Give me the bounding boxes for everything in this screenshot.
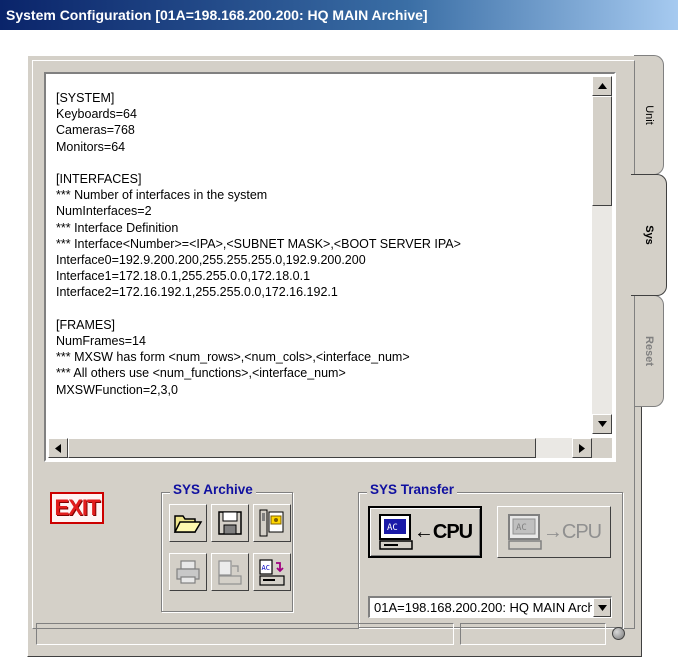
tab-unit[interactable]: Unit	[634, 55, 664, 175]
config-line	[56, 301, 586, 317]
arrow-up-icon	[597, 83, 607, 89]
svg-text:AC: AC	[262, 564, 270, 572]
config-line: NumInterfaces=2	[56, 204, 152, 219]
scroll-up-button[interactable]	[592, 76, 612, 96]
horizontal-scroll-thumb[interactable]	[68, 438, 536, 458]
config-line: Keyboards=64	[56, 107, 137, 122]
unit-select-dropdown[interactable]: 01A=198.168.200.200: HQ MAIN Archive	[368, 596, 612, 618]
config-text[interactable]: [SYSTEM] Keyboards=64 Cameras=768 Monitors=…	[56, 90, 586, 430]
config-line: *** All others use <num_functions>,<inte…	[56, 366, 346, 381]
scroll-corner	[592, 438, 612, 458]
import-archive-button[interactable]: AC	[253, 553, 291, 591]
horizontal-scrollbar[interactable]	[48, 438, 592, 458]
import-from-ac-icon: AC	[259, 559, 285, 586]
print-button[interactable]	[169, 553, 207, 591]
ac-monitor-icon: AC	[378, 514, 413, 550]
sys-transfer-title: SYS Transfer	[367, 482, 458, 497]
config-line: MXSWFunction=2,3,0	[56, 382, 178, 397]
config-line	[56, 155, 586, 171]
send-to-cpu-button[interactable]: AC →CPU	[497, 506, 611, 558]
arrow-right-icon	[579, 443, 585, 453]
config-line: *** MXSW has form <num_rows>,<num_cols>,…	[56, 350, 410, 365]
vertical-scrollbar[interactable]	[592, 76, 612, 434]
dropdown-arrow-button[interactable]	[593, 598, 611, 617]
vertical-scroll-thumb[interactable]	[592, 96, 612, 206]
svg-text:AC: AC	[387, 523, 398, 533]
status-led-icon	[612, 627, 625, 640]
print-icon	[176, 560, 200, 584]
config-line: [FRAMES]	[56, 317, 116, 332]
config-line: [SYSTEM]	[56, 91, 115, 105]
send-to-cpu-label: →CPU	[542, 520, 602, 543]
config-text-editor[interactable]: [SYSTEM] Keyboards=64 Cameras=768 Monitors=…	[44, 72, 616, 462]
config-line: Interface0=192.9.200.200,255.255.255.0,1…	[56, 253, 366, 268]
save-archive-button[interactable]	[211, 504, 249, 542]
status-bar-main	[36, 623, 454, 645]
export-icon	[218, 560, 242, 585]
status-bar-side	[460, 623, 606, 645]
config-line: Interface2=172.16.192.1,255.255.0.0,172.…	[56, 285, 338, 300]
properties-icon	[259, 509, 284, 537]
tab-unit-label: Unit	[642, 105, 655, 125]
arrow-down-icon	[597, 421, 607, 427]
receive-from-cpu-label: ←CPU	[413, 520, 473, 543]
system-configuration-window: System Configuration [01A=198.168.200.20…	[0, 0, 678, 671]
tab-reset-label: Reset	[642, 336, 655, 366]
tab-sys[interactable]: Sys	[631, 174, 667, 296]
window-title: System Configuration [01A=198.168.200.20…	[0, 0, 678, 30]
svg-text:AC: AC	[516, 523, 527, 533]
config-line: Cameras=768	[56, 123, 135, 138]
arrow-left-icon	[55, 443, 61, 453]
config-line: Monitors=64	[56, 139, 126, 154]
config-line: *** Number of interfaces in the system	[56, 188, 268, 203]
scroll-down-button[interactable]	[592, 414, 612, 434]
receive-from-cpu-button[interactable]: AC ←CPU	[368, 506, 482, 558]
config-line: NumFrames=14	[56, 334, 146, 349]
save-disk-icon	[218, 511, 242, 535]
archive-properties-button[interactable]	[253, 504, 291, 542]
chevron-down-icon	[597, 604, 607, 611]
export-button[interactable]	[211, 553, 249, 591]
open-folder-icon	[173, 515, 203, 533]
sys-archive-title: SYS Archive	[170, 482, 256, 497]
exit-label: EXIT	[49, 492, 105, 524]
config-line: Interface1=172.18.0.1,255.255.0.0,172.18…	[56, 269, 311, 284]
open-archive-button[interactable]	[169, 504, 207, 542]
tab-sys-label: Sys	[642, 225, 655, 245]
scroll-right-button[interactable]	[572, 438, 592, 458]
config-line: *** Interface<Number>=<IPA>,<SUBNET MASK…	[56, 236, 461, 251]
exit-button[interactable]: EXIT	[49, 485, 105, 531]
tab-reset[interactable]: Reset	[634, 295, 664, 407]
ac-monitor-icon-disabled: AC	[507, 514, 542, 550]
unit-select-value: 01A=198.168.200.200: HQ MAIN Archive	[374, 600, 592, 615]
config-line: [INTERFACES]	[56, 172, 142, 187]
config-line: *** Interface Definition	[56, 220, 179, 235]
scroll-left-button[interactable]	[48, 438, 68, 458]
